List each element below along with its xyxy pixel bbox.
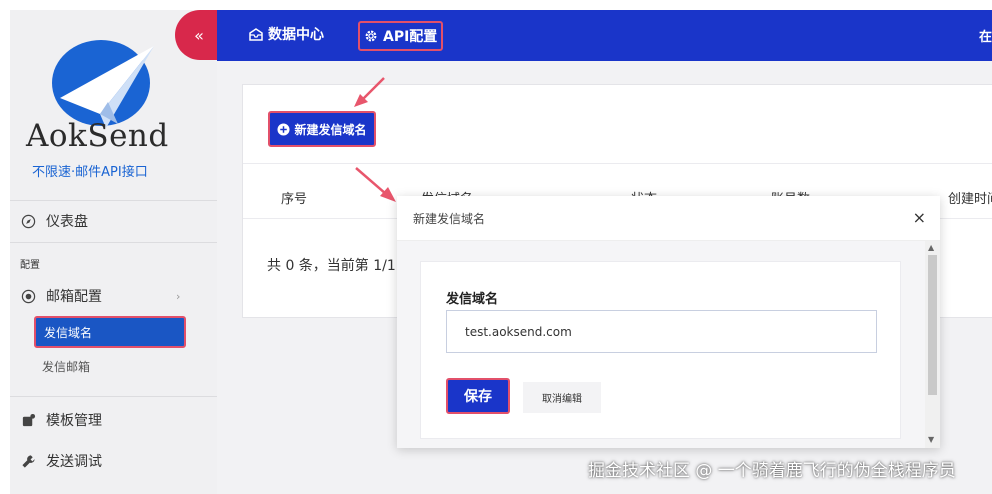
domain-input[interactable] xyxy=(446,310,877,353)
chevron-right-icon: › xyxy=(176,290,181,303)
gear-icon xyxy=(364,29,378,43)
dialog-body: 发信域名 保存 取消编辑 xyxy=(397,241,925,448)
brand-tagline: 不限速·邮件API接口 xyxy=(32,165,148,180)
dialog-scrollbar[interactable]: ▲ ▼ xyxy=(925,241,940,448)
plus-circle-icon xyxy=(277,122,291,136)
sidebar-item-label: 模板管理 xyxy=(46,413,102,429)
sidebar-divider xyxy=(10,200,217,201)
column-header: 序号 xyxy=(281,192,308,207)
top-right-text: 在 xyxy=(978,30,992,45)
watermark: 掘金技术社区 @ 一个骑着鹿飞行的伪全栈程序员 xyxy=(588,461,956,481)
sidebar-item-label: 仪表盘 xyxy=(46,214,88,230)
sidebar-divider xyxy=(10,242,217,243)
target-icon xyxy=(20,288,36,304)
wrench-icon xyxy=(20,453,36,469)
add-sender-domain-button[interactable]: 新建发信域名 xyxy=(268,111,376,147)
template-icon xyxy=(20,412,36,428)
domain-form: 发信域名 保存 取消编辑 xyxy=(420,261,901,439)
sidebar-divider xyxy=(10,396,217,397)
annotation-arrow-icon xyxy=(355,167,396,202)
sidebar-section-config: 配置 xyxy=(20,260,40,271)
scrollbar-thumb[interactable] xyxy=(928,255,937,395)
sidebar-collapse-button[interactable]: « xyxy=(175,10,217,60)
nav-api-config[interactable]: API配置 xyxy=(358,21,444,51)
brand-name: AokSend xyxy=(26,118,169,154)
dialog-title: 新建发信域名 xyxy=(413,212,486,226)
new-domain-dialog: 新建发信域名 × 发信域名 保存 取消编辑 ▲ ▼ xyxy=(397,196,940,448)
sidebar-subitem-sender-domain[interactable]: 发信域名 xyxy=(34,316,186,348)
sidebar-subitem-sender-mailbox[interactable]: 发信邮箱 xyxy=(42,358,90,375)
sidebar: AokSend 不限速·邮件API接口 仪表盘 配置 邮箱配置 › 发信域名 发… xyxy=(10,10,217,494)
pagination-info: 共 0 条，当前第 1/1 xyxy=(267,258,396,274)
sidebar-item-label: 邮箱配置 xyxy=(46,289,102,305)
cancel-edit-button[interactable]: 取消编辑 xyxy=(523,382,601,413)
top-navigation-bar: 数据中心 API配置 在 xyxy=(217,10,992,61)
inbox-icon xyxy=(249,27,263,41)
button-label: 新建发信域名 xyxy=(294,122,367,137)
field-label: 发信域名 xyxy=(446,292,499,307)
sidebar-item-label: 发送调试 xyxy=(46,454,102,470)
sidebar-item-dashboard[interactable]: 仪表盘 xyxy=(20,206,88,236)
sidebar-item-mail-config[interactable]: 邮箱配置 xyxy=(20,281,102,311)
sidebar-item-send-test[interactable]: 发送调试 xyxy=(20,446,102,476)
annotation-arrow-icon xyxy=(354,77,385,107)
column-header: 创建时间 xyxy=(948,192,992,207)
scroll-up-icon[interactable]: ▲ xyxy=(928,243,934,252)
scroll-down-icon[interactable]: ▼ xyxy=(928,435,934,444)
compass-icon xyxy=(20,213,36,229)
close-icon[interactable]: × xyxy=(913,208,926,227)
paper-plane-icon xyxy=(60,46,154,128)
nav-label: 数据中心 xyxy=(268,27,324,43)
sidebar-item-template-mgmt[interactable]: 模板管理 xyxy=(20,405,102,435)
nav-label: API配置 xyxy=(383,29,438,45)
dialog-header: 新建发信域名 × xyxy=(397,196,940,241)
save-button[interactable]: 保存 xyxy=(446,378,510,414)
nav-data-center[interactable]: 数据中心 xyxy=(249,24,324,44)
